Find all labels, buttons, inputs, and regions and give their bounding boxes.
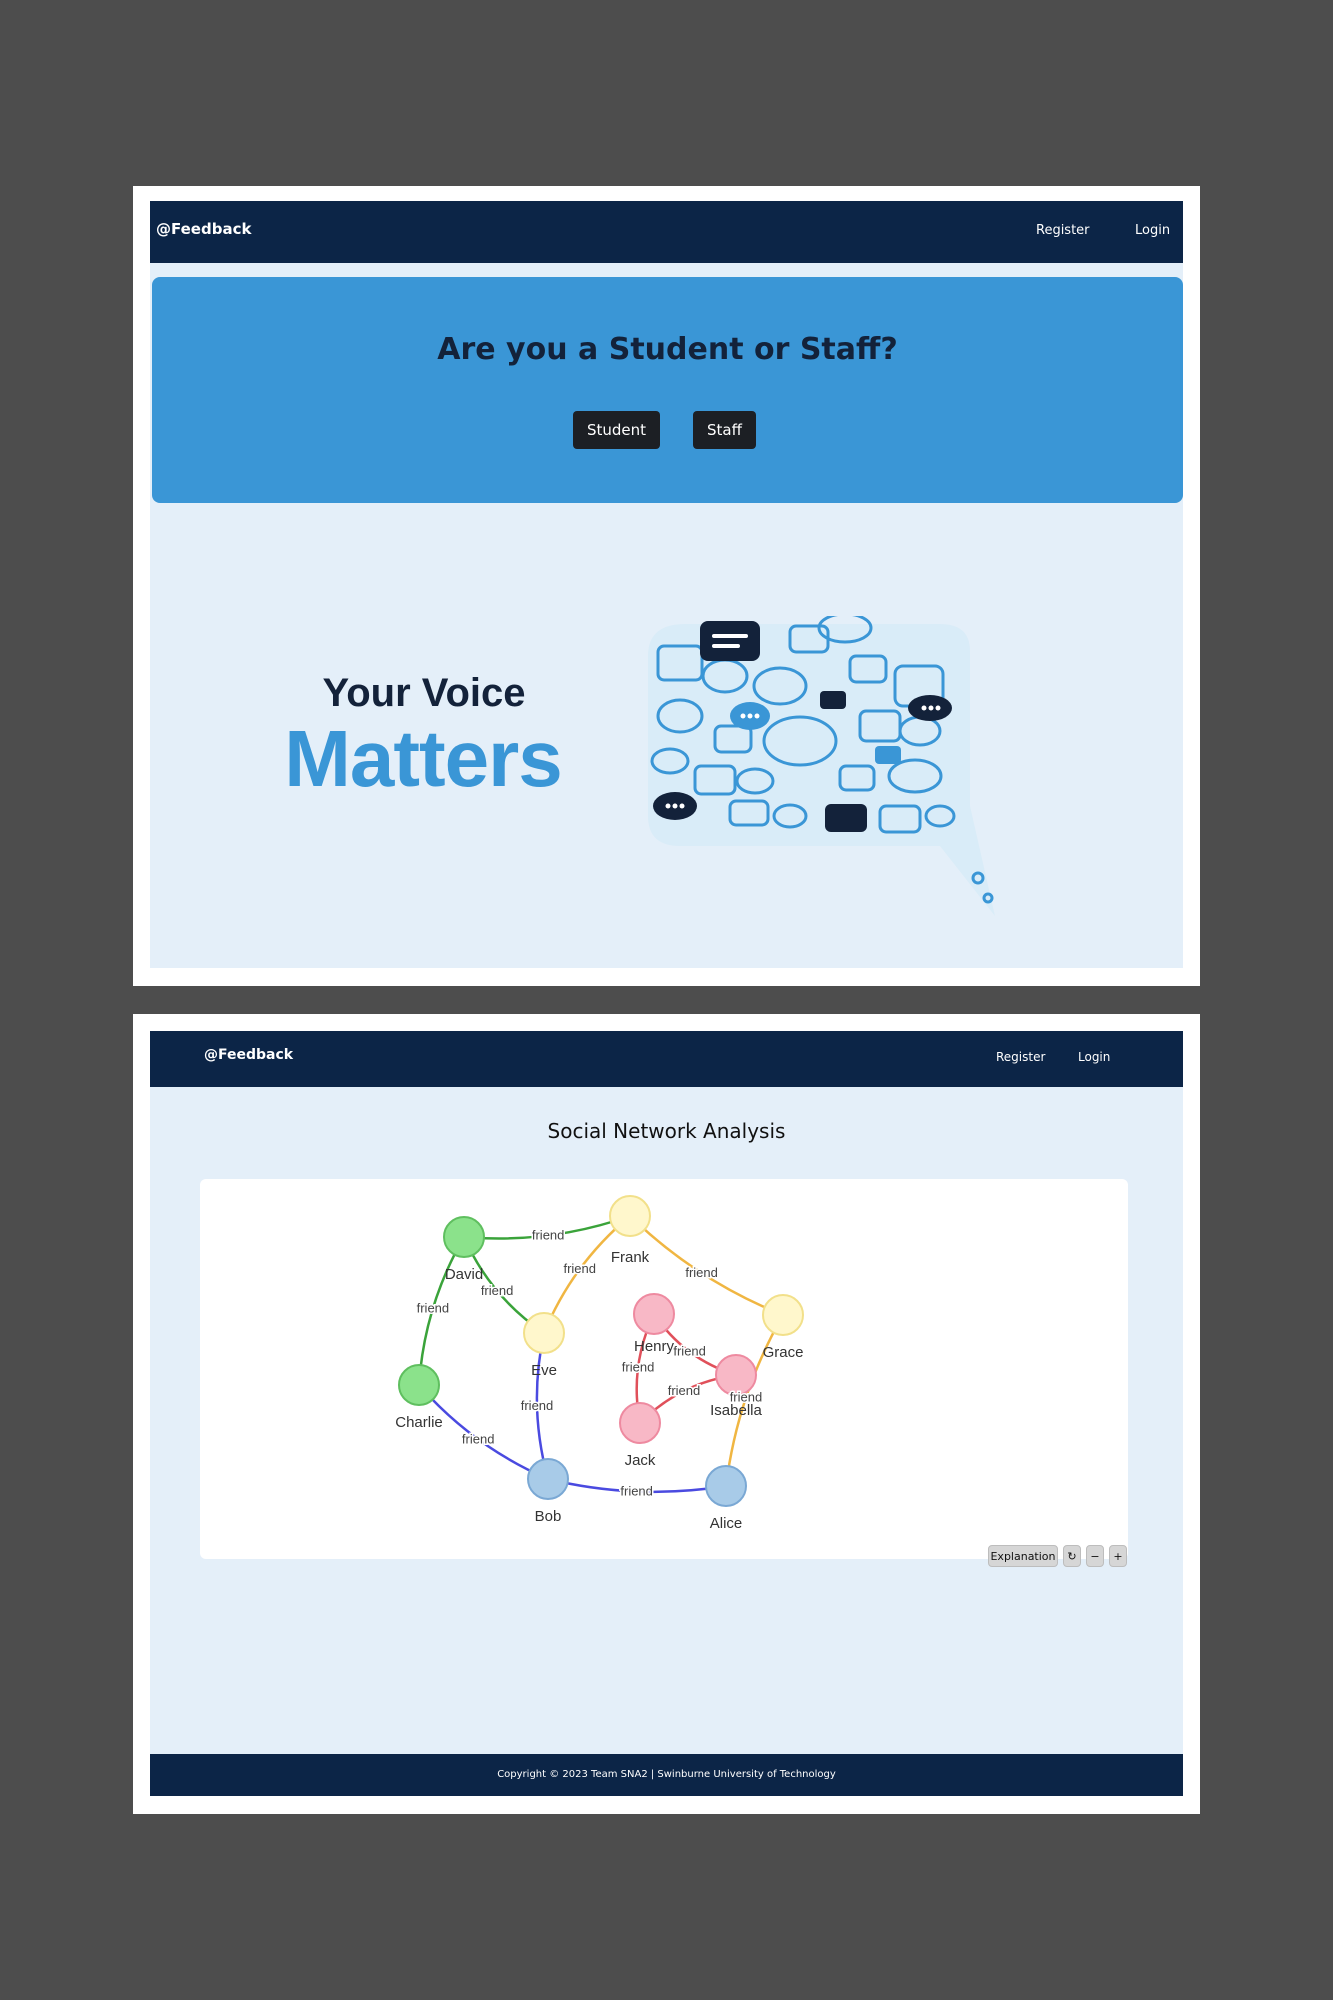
explanation-button[interactable]: Explanation: [988, 1545, 1058, 1567]
graph-edge-label: friend: [521, 1398, 554, 1413]
graph-edge-label: friend: [668, 1383, 701, 1398]
plus-icon[interactable]: +: [1109, 1545, 1127, 1567]
graph-node-alice[interactable]: [705, 1465, 747, 1507]
graph-node-label-charlie: Charlie: [395, 1414, 443, 1431]
graph-node-label-bob: Bob: [535, 1508, 562, 1525]
graph-edge-label: friend: [563, 1261, 596, 1276]
graph-node-henry[interactable]: [633, 1293, 675, 1335]
landing-page: @Feedback Register Login Are you a Stude…: [150, 201, 1183, 968]
register-link[interactable]: Register: [996, 1050, 1045, 1064]
login-link[interactable]: Login: [1078, 1050, 1110, 1064]
login-link[interactable]: Login: [1135, 223, 1170, 238]
network-graph-panel: friend friend friend friend friend friend frie…: [200, 1179, 1128, 1567]
graph-node-label-isabella: Isabella: [710, 1402, 762, 1419]
graph-node-eve[interactable]: [523, 1312, 565, 1354]
graph-edge-label: friend: [622, 1359, 655, 1374]
graph-node-label-jack: Jack: [625, 1452, 656, 1469]
graph-node-grace[interactable]: [762, 1294, 804, 1336]
graph-node-label-frank: Frank: [611, 1249, 650, 1266]
brand-logo[interactable]: @Feedback: [156, 220, 251, 238]
graph-edge-label: friend: [481, 1283, 514, 1298]
tagline-your-voice: Your Voice: [322, 671, 526, 715]
brand-logo[interactable]: @Feedback: [204, 1047, 293, 1063]
staff-button[interactable]: Staff: [693, 411, 756, 449]
graph-node-label-henry: Henry: [634, 1338, 675, 1355]
graph-edge-label: friend: [620, 1483, 653, 1498]
graph-node-label-eve: Eve: [531, 1362, 557, 1379]
graph-edge-label: friend: [685, 1265, 718, 1280]
graph-node-label-david: David: [445, 1266, 483, 1283]
top-navbar: @Feedback Register Login: [150, 201, 1183, 263]
tagline-matters: Matters: [284, 714, 563, 803]
graph-edge-label: friend: [532, 1227, 565, 1242]
analysis-screenshot-frame: @Feedback Register Login Social Network …: [133, 1014, 1200, 1814]
graph-node-david[interactable]: [443, 1216, 485, 1258]
speech-bubbles-illustration: [648, 616, 995, 916]
network-graph[interactable]: friend friend friend friend friend friend frie…: [200, 1179, 1128, 1539]
page-title: Social Network Analysis: [547, 1119, 786, 1143]
graph-edge-label: friend: [673, 1344, 706, 1359]
graph-node-label-grace: Grace: [763, 1344, 804, 1361]
student-button[interactable]: Student: [573, 411, 661, 449]
page-footer: Copyright © 2023 Team SNA2 | Swinburne U…: [150, 1754, 1183, 1796]
refresh-icon[interactable]: ↻: [1063, 1545, 1081, 1567]
graph-edge-label: friend: [462, 1431, 495, 1446]
role-question-heading: Are you a Student or Staff?: [437, 332, 898, 367]
graph-node-bob[interactable]: [527, 1458, 569, 1500]
analysis-page: @Feedback Register Login Social Network …: [150, 1031, 1183, 1796]
role-selection-banner: Are you a Student or Staff? Student Staf…: [152, 277, 1183, 503]
graph-node-charlie[interactable]: [398, 1364, 440, 1406]
register-link[interactable]: Register: [1036, 223, 1090, 238]
graph-edge-label: friend: [417, 1300, 450, 1315]
graph-node-label-alice: Alice: [710, 1515, 743, 1532]
landing-screenshot-frame: @Feedback Register Login Are you a Stude…: [133, 186, 1200, 986]
minus-icon[interactable]: −: [1086, 1545, 1104, 1567]
top-navbar: @Feedback Register Login: [150, 1031, 1183, 1087]
graph-node-frank[interactable]: [609, 1195, 651, 1237]
graph-node-jack[interactable]: [619, 1402, 661, 1444]
